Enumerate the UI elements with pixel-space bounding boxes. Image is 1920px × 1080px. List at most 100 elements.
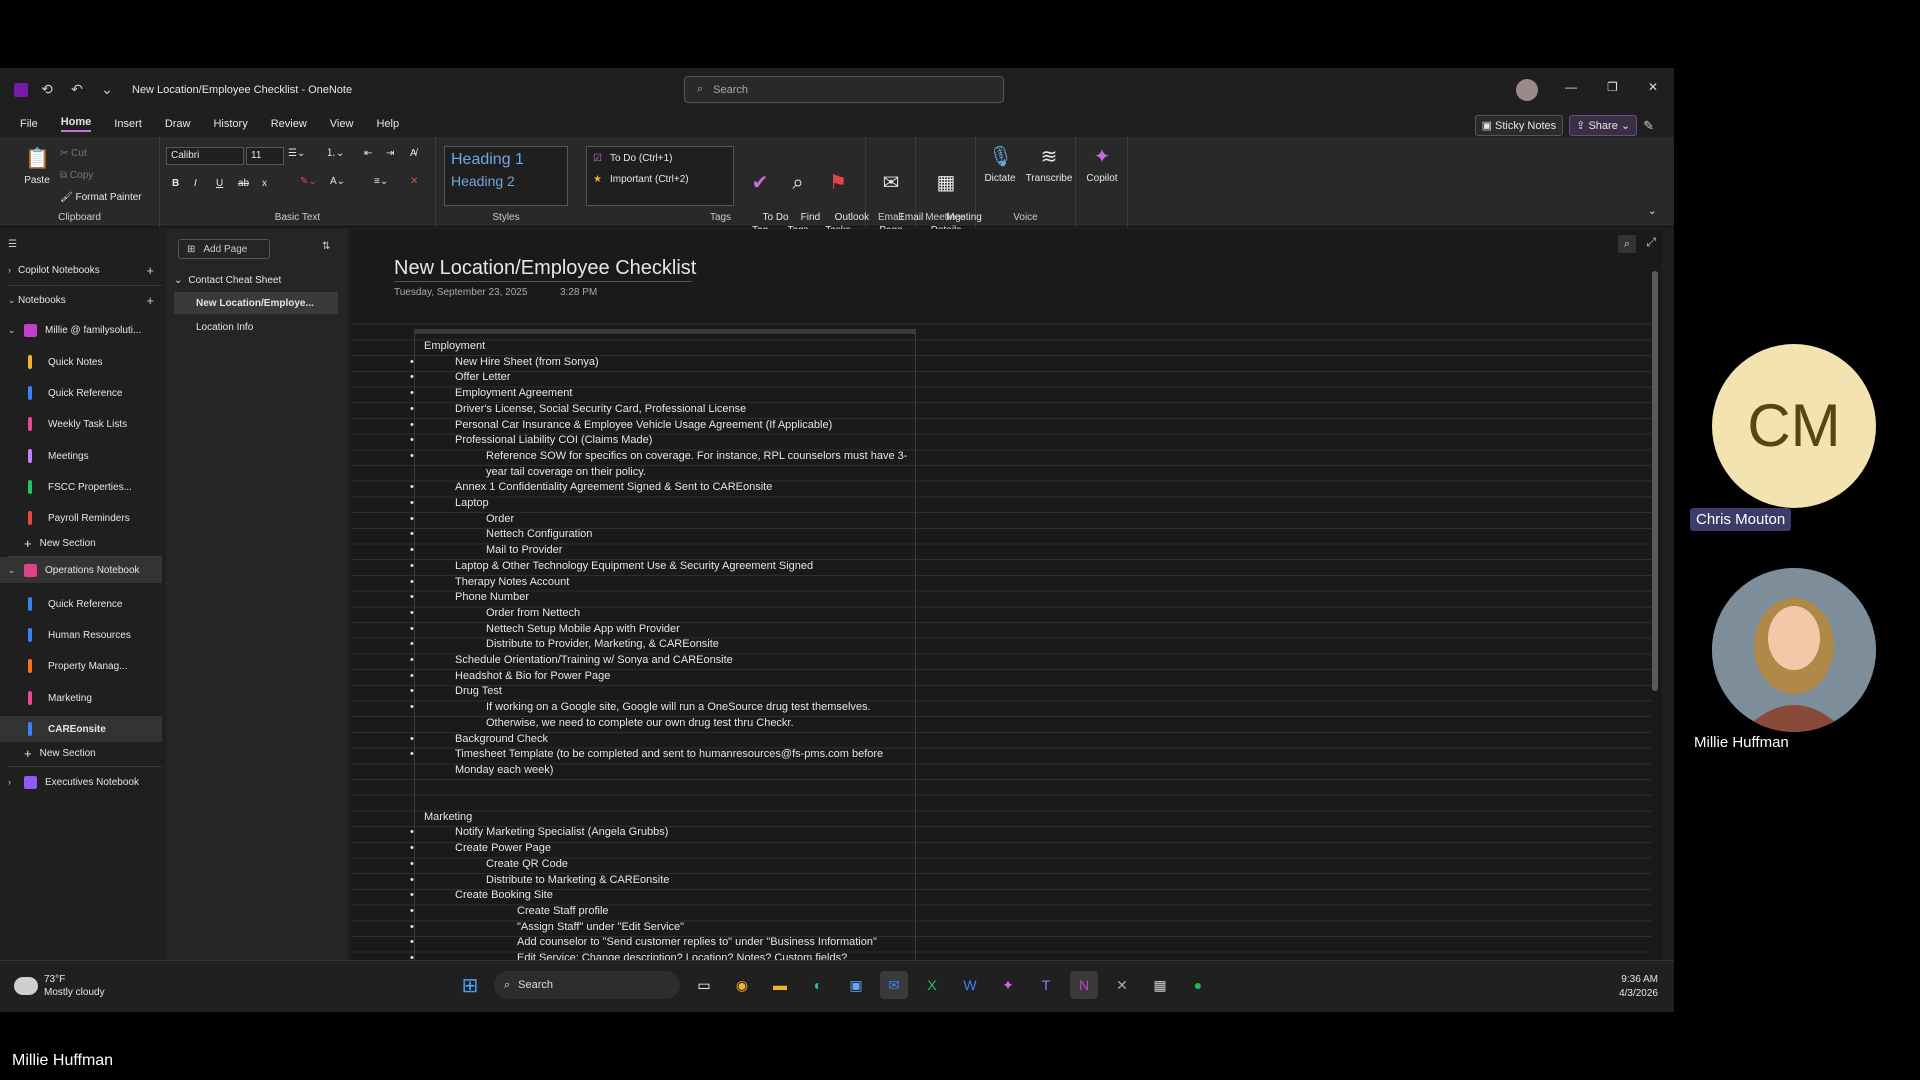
feedback-icon[interactable]: ✎	[1643, 118, 1654, 134]
section-property-management[interactable]: Property Manag...	[0, 653, 162, 679]
font-color-icon[interactable]: A⌄	[330, 175, 345, 188]
increase-indent-icon[interactable]: ⇥	[386, 147, 394, 160]
menu-review[interactable]: Review	[271, 118, 307, 130]
highlight-icon[interactable]: ✎⌄	[300, 175, 317, 188]
account-avatar[interactable]	[1516, 79, 1538, 101]
menu-home[interactable]: Home	[60, 116, 92, 132]
menu-draw[interactable]: Draw	[165, 118, 191, 130]
section-careonsite[interactable]: CAREonsite	[0, 716, 162, 742]
bullets-icon[interactable]: ☰⌄	[288, 147, 305, 160]
section-payroll-reminders[interactable]: Payroll Reminders	[0, 505, 162, 531]
page-canvas[interactable]: ⌕ ⤢ New Location/Employee Checklist Tues…	[352, 229, 1662, 960]
subscript-button[interactable]: x	[262, 177, 267, 190]
underline-button[interactable]: U	[216, 177, 223, 190]
new-section-button-1[interactable]: + New Section	[0, 530, 162, 556]
weather-widget[interactable]: 73°F Mostly cloudy	[14, 973, 105, 999]
section-meetings[interactable]: Meetings	[0, 443, 162, 469]
search-input[interactable]: ⌕ Search	[684, 76, 1004, 103]
notebooks-row[interactable]: ⌄ Notebooks +	[0, 287, 162, 313]
section-ops-quick-reference[interactable]: Quick Reference	[0, 591, 162, 617]
add-copilot-notebook-icon[interactable]: +	[146, 263, 154, 278]
menu-help[interactable]: Help	[376, 118, 399, 130]
dictate-button[interactable]: 🎙 Dictate	[980, 145, 1020, 185]
vertical-scrollbar[interactable]	[1652, 259, 1658, 819]
notebook-millie[interactable]: ⌄ Millie @ familysoluti...	[0, 317, 162, 343]
copilot-notebooks-row[interactable]: › Copilot Notebooks +	[0, 257, 162, 283]
add-page-button[interactable]: ⊞ Add Page	[178, 239, 270, 259]
restore-icon[interactable]: ❐	[1607, 80, 1618, 94]
taskbar-search[interactable]: ⌕ Search	[494, 971, 680, 999]
word-icon[interactable]: W	[956, 971, 984, 999]
chrome-icon[interactable]: ◉	[728, 971, 756, 999]
windows-start-icon[interactable]: ⊞	[456, 971, 484, 999]
bold-button[interactable]: B	[172, 177, 179, 190]
store-icon[interactable]: ▣	[842, 971, 870, 999]
note-content[interactable]: Employment New Hire Sheet (from Sonya) O…	[410, 339, 914, 960]
scrollbar-thumb[interactable]	[1652, 271, 1658, 691]
minimize-icon[interactable]: —	[1565, 80, 1577, 94]
transcribe-button[interactable]: ≋ Transcribe	[1024, 145, 1074, 185]
tags-gallery[interactable]: ☑ To Do (Ctrl+1) ★ Important (Ctrl+2)	[586, 146, 734, 206]
menu-insert[interactable]: Insert	[114, 118, 142, 130]
copilot-app-icon[interactable]: ✦	[994, 971, 1022, 999]
copy-button[interactable]: ⧉ Copy	[60, 169, 93, 182]
task-view-icon[interactable]: ▭	[690, 971, 718, 999]
notebook-executives[interactable]: › Executives Notebook	[0, 769, 162, 795]
excel-icon[interactable]: X	[918, 971, 946, 999]
section-quick-notes[interactable]: Quick Notes	[0, 349, 162, 375]
copilot-button[interactable]: ✦ Copilot	[1082, 145, 1122, 185]
system-clock[interactable]: 9:36 AM 4/3/2026	[1619, 973, 1658, 1001]
menu-view[interactable]: View	[330, 118, 354, 130]
share-button[interactable]: ⇪ Share ⌄	[1569, 115, 1638, 136]
font-family-select[interactable]: Calibri	[166, 147, 244, 165]
page-item-new-location[interactable]: New Location/Employe...	[174, 292, 338, 314]
section-human-resources[interactable]: Human Resources	[0, 622, 162, 648]
section-quick-reference[interactable]: Quick Reference	[0, 380, 162, 406]
back-icon[interactable]: ⟲	[36, 79, 58, 101]
onenote-taskbar-icon[interactable]: N	[1070, 971, 1098, 999]
align-icon[interactable]: ≡⌄	[374, 175, 388, 188]
customize-toolbar-icon[interactable]: ⌄	[96, 79, 118, 101]
paste-button[interactable]: 📋 Paste	[20, 147, 54, 187]
calculator-icon[interactable]: ▦	[1146, 971, 1174, 999]
page-group-contact-cheat-sheet[interactable]: ⌄ Contact Cheat Sheet	[174, 269, 338, 291]
font-size-select[interactable]: 11	[246, 147, 284, 165]
heading1-style[interactable]: Heading 1	[445, 147, 567, 169]
delete-icon[interactable]: ✕	[410, 175, 418, 188]
clear-formatting-icon[interactable]: A̸	[410, 147, 417, 160]
file-explorer-icon[interactable]: ▬	[766, 971, 794, 999]
spotify-icon[interactable]: ●	[1184, 971, 1212, 999]
expand-icon[interactable]: ⤢	[1646, 235, 1656, 250]
numbering-icon[interactable]: ⒈⌄	[326, 147, 344, 160]
new-section-button-2[interactable]: + New Section	[0, 740, 162, 766]
important-tag-item[interactable]: ★ Important (Ctrl+2)	[587, 164, 733, 185]
decrease-indent-icon[interactable]: ⇤	[364, 147, 372, 160]
page-title[interactable]: New Location/Employee Checklist	[394, 257, 696, 280]
page-item-location-info[interactable]: Location Info	[174, 316, 338, 338]
capcut-icon[interactable]: ✕	[1108, 971, 1136, 999]
add-notebook-icon[interactable]: +	[146, 293, 154, 308]
nav-toggle[interactable]: ☰	[0, 231, 162, 257]
italic-button[interactable]: I	[194, 177, 197, 190]
undo-icon[interactable]: ↶	[66, 79, 88, 101]
section-fscc-properties[interactable]: FSCC Properties...	[0, 474, 162, 500]
canvas-search-icon[interactable]: ⌕	[1618, 235, 1636, 253]
section-marketing[interactable]: Marketing	[0, 685, 162, 711]
section-weekly-task-lists[interactable]: Weekly Task Lists	[0, 411, 162, 437]
strikethrough-button[interactable]: ab	[238, 177, 249, 190]
close-icon[interactable]: ✕	[1648, 80, 1658, 94]
menu-history[interactable]: History	[213, 118, 247, 130]
heading2-style[interactable]: Heading 2	[445, 169, 567, 189]
collapse-ribbon-icon[interactable]: ⌄	[1648, 205, 1656, 218]
sticky-notes-button[interactable]: ▣ Sticky Notes	[1474, 115, 1564, 136]
edge-icon[interactable]: ◐	[804, 971, 832, 999]
outlook-icon[interactable]: ✉	[880, 971, 908, 999]
cut-button[interactable]: ✂ Cut	[60, 147, 87, 160]
teams-icon[interactable]: T	[1032, 971, 1060, 999]
todo-tag-item[interactable]: ☑ To Do (Ctrl+1)	[587, 147, 733, 164]
menu-file[interactable]: File	[20, 118, 38, 130]
format-painter-button[interactable]: 🖌 Format Painter	[60, 191, 142, 204]
sort-icon[interactable]: ⇅	[322, 241, 330, 252]
notebook-operations[interactable]: ⌄ Operations Notebook	[0, 557, 162, 583]
styles-gallery[interactable]: Heading 1 Heading 2	[444, 146, 568, 206]
